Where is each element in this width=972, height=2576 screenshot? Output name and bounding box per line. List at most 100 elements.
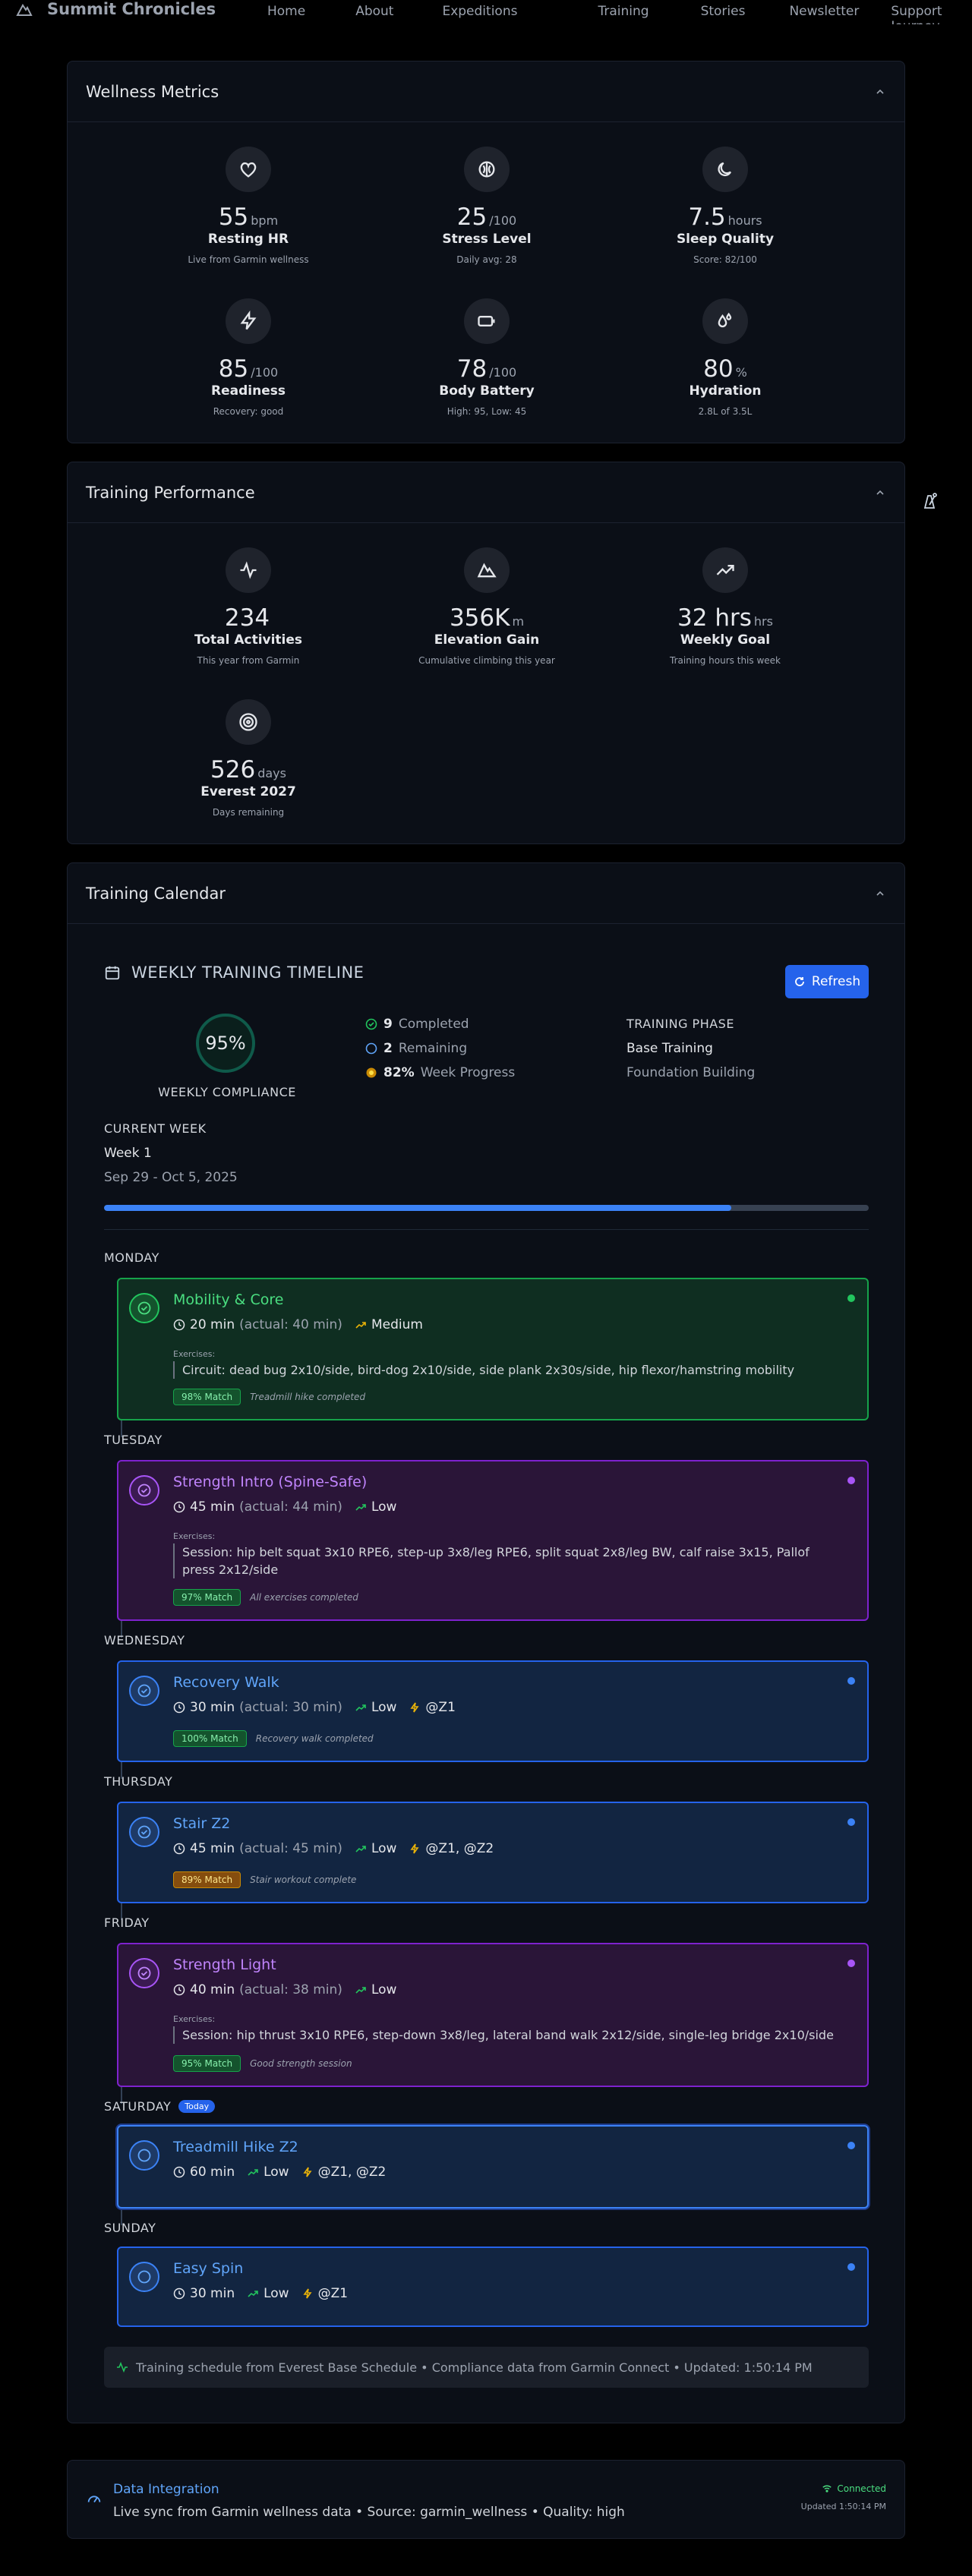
timeline-heading: WEEKLY TRAINING TIMELINE [104,963,364,982]
nav-link-stories[interactable]: Stories [701,4,746,24]
circle-icon [129,2140,159,2171]
clock-icon [173,1501,185,1513]
day-name: FRIDAY [104,1915,150,1930]
completed-count: 9 [383,1017,393,1032]
metric-value: 32 hrs [677,604,752,632]
calendar-title: Training Calendar [86,884,226,903]
wellness-metrics-card: Wellness Metrics 55 bpm Resting HR Live f… [67,61,905,443]
session-card-tuesday[interactable]: Strength Intro (Spine-Safe) 45 min (actua… [117,1460,869,1621]
target-icon [226,699,271,745]
training-calendar-card: Training Calendar WEEKLY TRAINING TIMELI… [67,862,905,2423]
mountain-icon [464,547,510,593]
metric-value: 55 [218,203,249,231]
trending-up-icon [702,547,748,593]
session-card-sunday[interactable]: Easy Spin 30 min Low @Z1 [117,2247,869,2327]
nav-link-about[interactable]: About [355,4,393,24]
session-meta: 45 min (actual: 45 min) Low @Z1, @Z2 [173,1841,494,1856]
compliance-ring: 95% [196,1014,255,1073]
metric-sub: Days remaining [212,807,285,818]
refresh-label: Refresh [811,974,861,989]
match-badge: 95% Match [173,2055,241,2072]
metric-stress-level: 25/100 Stress Level Daily avg: 28 [358,147,616,265]
brand[interactable]: Summit Chronicles [15,0,216,18]
metric-unit: /100 [489,365,517,380]
nav-link-support-journey[interactable]: Support Journey [891,4,972,24]
metric-unit: m [512,614,525,629]
session-duration: 30 min [190,2286,235,2301]
match-badge: 89% Match [173,1871,241,1888]
integration-subtitle: Live sync from Garmin wellness data • So… [113,2505,625,2520]
metric-sub: Cumulative climbing this year [418,655,555,667]
session-intensity: Low [264,2165,289,2180]
metric-value: 25 [456,203,488,231]
session-card-friday[interactable]: Strength Light 40 min (actual: 38 min) Lo… [117,1943,869,2087]
session-meta: 30 min Low @Z1 [173,2286,348,2301]
status-dot [847,2142,855,2149]
phase-sub: Foundation Building [626,1065,756,1080]
nav-link-home[interactable]: Home [267,4,305,24]
data-integration-card: Data Integration Live sync from Garmin w… [67,2460,905,2539]
compliance-value: 95% [205,1033,246,1054]
day-label-sunday: SUNDAY [104,2221,156,2235]
match-badge: 98% Match [173,1389,241,1405]
metric-label: Hydration [689,383,762,399]
match-badge: 97% Match [173,1589,241,1606]
activity-icon [117,2361,128,2373]
calendar-header[interactable]: Training Calendar [68,863,904,924]
metric-value: 356K [449,604,510,632]
metric-sub: This year from Garmin [197,655,300,667]
exercises-label: Exercises: [173,2014,216,2024]
stat-completed: 9 Completed [365,1017,469,1032]
moon-icon [702,147,748,192]
session-meta: 60 min Low @Z1, @Z2 [173,2165,386,2180]
metric-value: 526 [210,756,256,784]
metric-label: Total Activities [194,632,303,648]
status-dot [847,1960,855,1967]
session-card-monday[interactable]: Mobility & Core 20 min (actual: 40 min) M… [117,1278,869,1420]
metronome-icon[interactable] [920,491,939,511]
check-circle-icon [129,1293,159,1323]
nav-link-training[interactable]: Training [598,4,649,24]
metric-label: Body Battery [439,383,535,399]
droplets-icon [702,298,748,344]
day-label-thursday: THURSDAY [104,1774,172,1789]
exercises-label: Exercises: [173,1349,216,1359]
wifi-icon [822,2485,832,2492]
session-footer: 89% Match Stair workout complete [173,1871,356,1888]
nav-link-expeditions[interactable]: Expeditions [442,4,517,24]
clock-icon [173,1319,185,1331]
trending-up-icon [355,1987,366,1994]
day-name: TUESDAY [104,1433,163,1447]
day-name: THURSDAY [104,1774,173,1789]
day-name: MONDAY [104,1250,159,1265]
footer-note-text: Training schedule from Everest Base Sche… [136,2360,813,2375]
chevron-up-icon[interactable] [874,888,886,900]
refresh-button[interactable]: Refresh [785,965,869,998]
divider [104,1229,869,1230]
mountain-logo-icon [16,4,33,16]
session-note: Good strength session [250,2058,352,2069]
progress-label: Week Progress [420,1065,516,1080]
metric-unit: days [257,766,286,780]
phase-value: Base Training [626,1041,713,1056]
metric-total-activities: 234 Total Activities This year from Garm… [119,547,377,666]
metric-body-battery: 78/100 Body Battery High: 95, Low: 45 [358,298,616,417]
zap-icon [303,2288,312,2299]
session-card-saturday[interactable]: Treadmill Hike Z2 60 min Low @Z1, @Z2 [117,2125,869,2209]
completed-label: Completed [398,1017,469,1032]
chevron-up-icon[interactable] [874,86,886,98]
metric-value: 234 [224,604,270,632]
chevron-up-icon[interactable] [874,487,886,499]
session-card-wednesday[interactable]: Recovery Walk 30 min (actual: 30 min) Low… [117,1660,869,1762]
wellness-header[interactable]: Wellness Metrics [68,61,904,122]
session-card-thursday[interactable]: Stair Z2 45 min (actual: 45 min) Low @Z1,… [117,1802,869,1903]
metric-weekly-goal: 32 hrs hrs Weekly Goal Training hours thi… [596,547,854,666]
compliance-label: WEEKLY COMPLIANCE [158,1085,296,1099]
remaining-label: Remaining [398,1041,468,1056]
metric-sub: 2.8L of 3.5L [698,406,753,418]
stat-week-progress: 82% Week Progress [365,1065,515,1080]
nav-link-newsletter[interactable]: Newsletter [789,4,859,24]
gauge-icon [87,2496,101,2503]
performance-header[interactable]: Training Performance [68,462,904,523]
session-zones: @Z1, @Z2 [425,1841,494,1856]
